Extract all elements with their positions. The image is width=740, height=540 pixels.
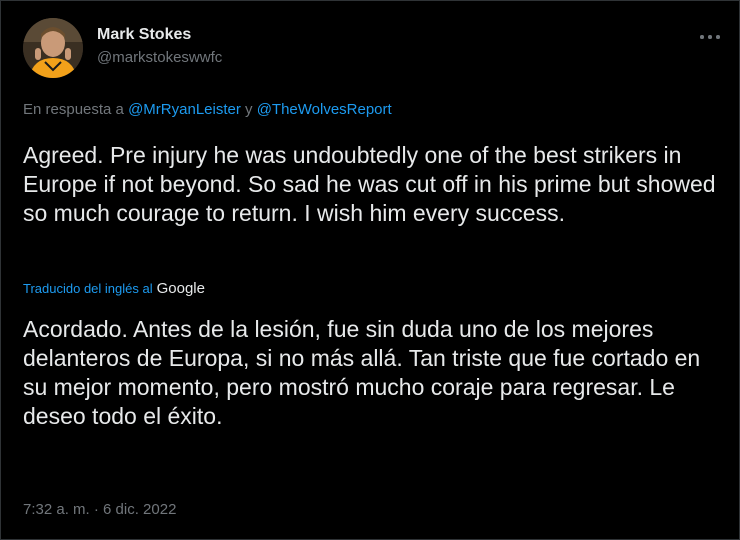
translation-label: Traducido del inglés al	[23, 281, 153, 296]
reply-connector: y	[240, 101, 257, 118]
mention-link[interactable]: @MrRyanLeister	[128, 101, 241, 118]
translation-provider: Google	[156, 280, 205, 297]
reply-prefix: En respuesta a	[23, 101, 129, 118]
translation-attribution[interactable]: Traducido del inglés al Google	[23, 279, 205, 299]
tweet-header: Mark Stokes @markstokeswwfc	[23, 18, 723, 78]
reply-context: En respuesta a @MrRyanLeister y @TheWolv…	[23, 100, 392, 120]
tweet-card: Mark Stokes @markstokeswwfc En respuesta…	[0, 0, 740, 540]
translated-text: Acordado. Antes de la lesión, fue sin du…	[23, 316, 701, 429]
more-options-button[interactable]	[697, 28, 723, 46]
avatar[interactable]	[23, 18, 83, 78]
user-info: Mark Stokes @markstokeswwfc	[97, 25, 222, 68]
user-handle[interactable]: @markstokeswwfc	[97, 48, 222, 68]
tweet-text: Agreed. Pre injury he was undoubtedly on…	[23, 142, 716, 226]
mention-link[interactable]: @TheWolvesReport	[257, 101, 392, 118]
display-name[interactable]: Mark Stokes	[97, 25, 222, 45]
user-avatar-icon	[23, 18, 83, 78]
tweet-timestamp[interactable]: 7:32 a. m. · 6 dic. 2022	[23, 500, 176, 520]
